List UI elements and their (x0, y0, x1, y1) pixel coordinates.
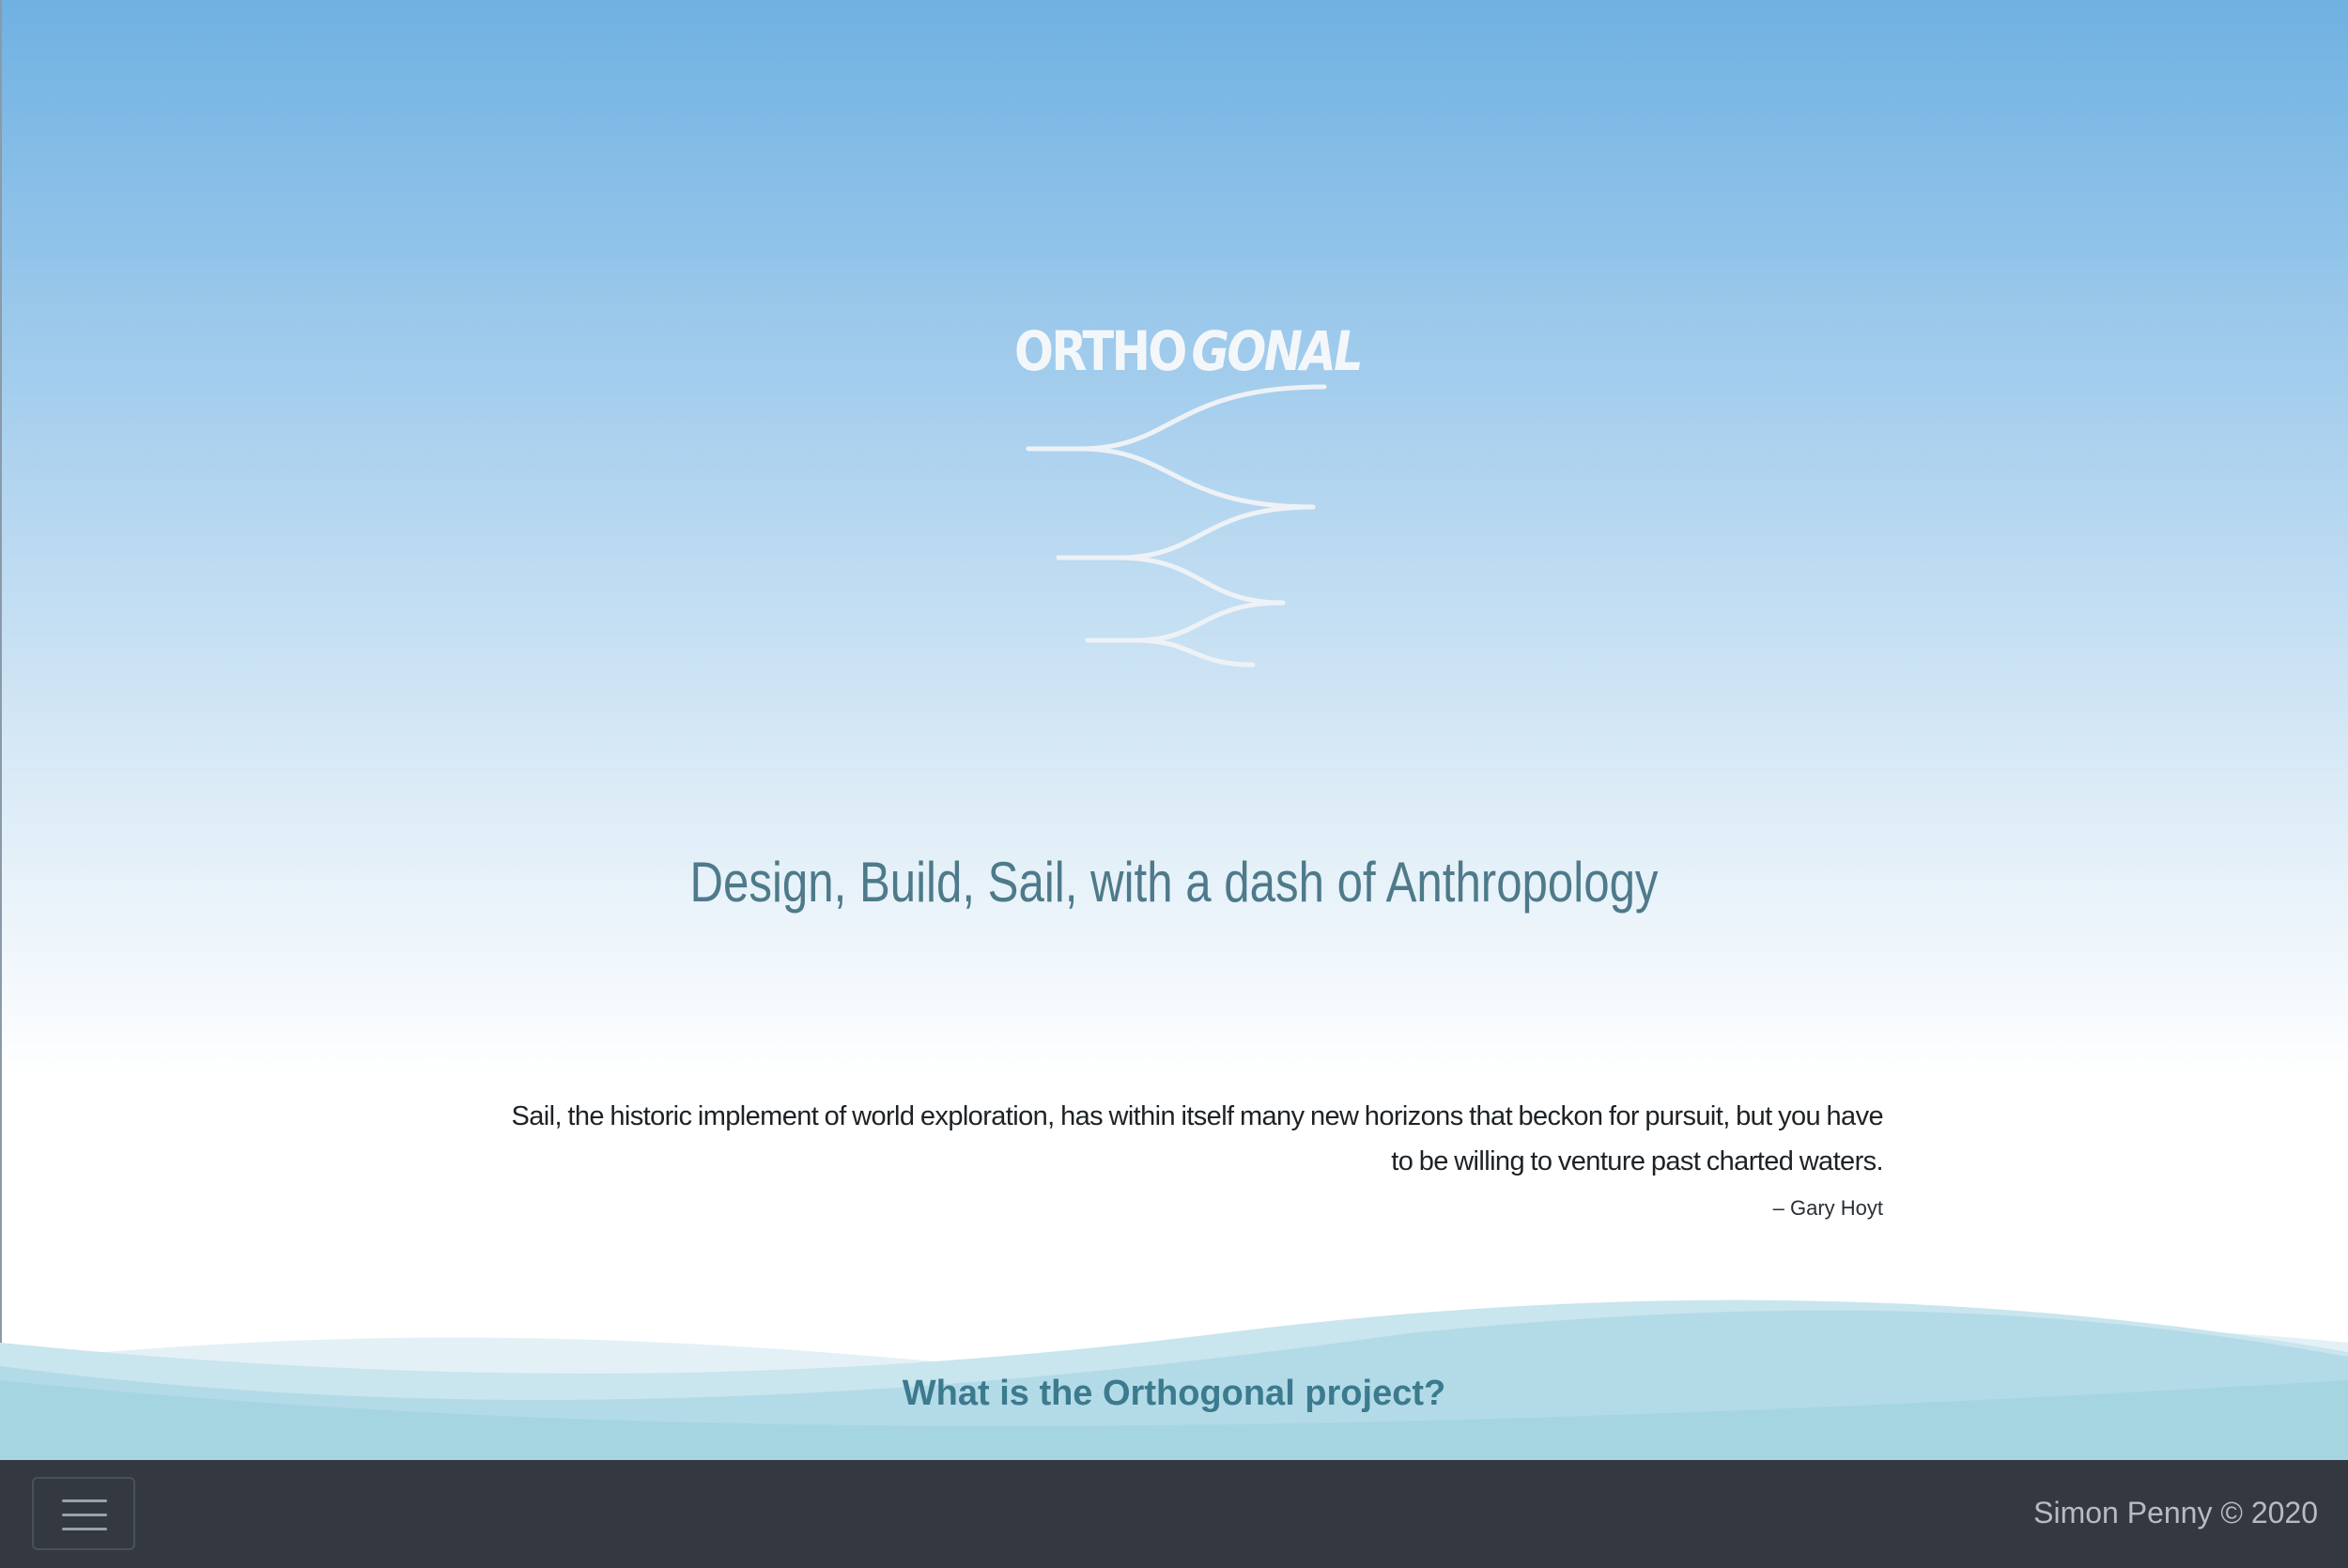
waves-decoration (0, 1299, 2348, 1465)
branching-lines-icon (1026, 384, 1327, 668)
copyright-text: Simon Penny © 2020 (2033, 1496, 2318, 1530)
page: ORTHO GONAL Design, Build, Sail, with a d… (0, 0, 2348, 1568)
hamburger-menu-icon[interactable] (32, 1477, 135, 1550)
quote-author: – Gary Hoyt (1772, 1196, 1883, 1220)
quote-block: Sail, the historic implement of world ex… (493, 1094, 1884, 1231)
quote-text: Sail, the historic implement of world ex… (511, 1101, 1884, 1176)
footer-bar: Simon Penny © 2020 (0, 1460, 2348, 1568)
orthogonal-logo: ORTHO GONAL (1014, 319, 1364, 676)
hero-tagline: Design, Build, Sail, with a dash of Anth… (689, 851, 1659, 914)
orthogonal-project-link[interactable]: What is the Orthogonal project? (0, 1374, 2348, 1414)
